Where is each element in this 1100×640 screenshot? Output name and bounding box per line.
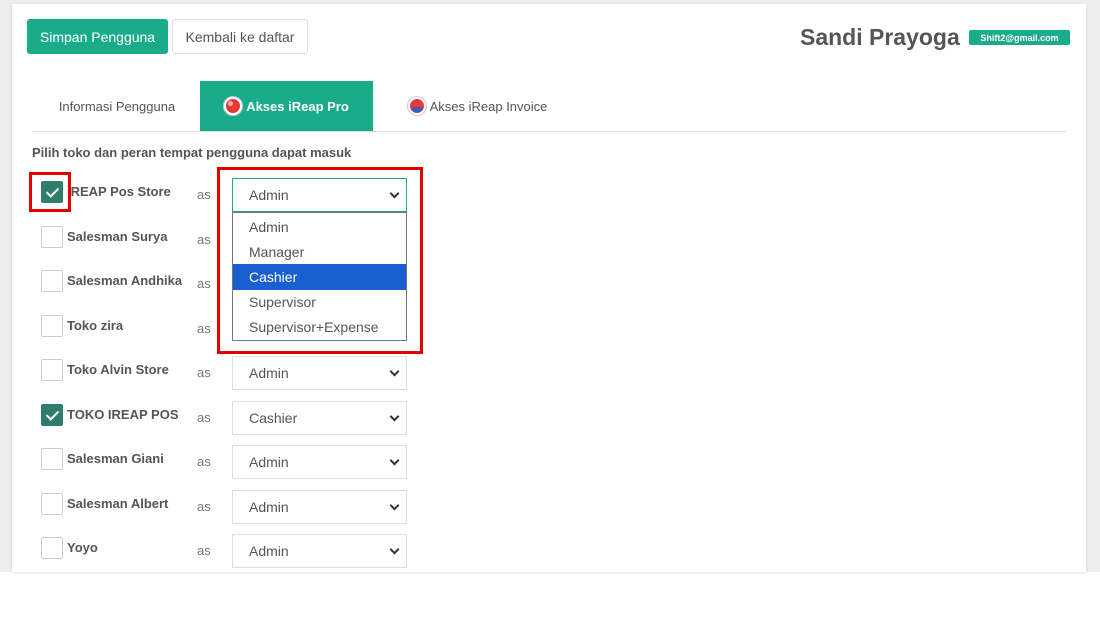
ireap-invoice-icon (407, 97, 426, 115)
highlight-box-checkbox (29, 172, 71, 212)
store-name: Toko Alvin Store (67, 362, 169, 377)
ireap-pro-icon (224, 97, 243, 115)
role-select[interactable]: Admin (232, 356, 407, 390)
store-name: Toko zira (67, 318, 124, 333)
tab-ireap-invoice-access[interactable]: Akses iReap Invoice (395, 81, 560, 131)
tab-label: Akses iReap Invoice (429, 98, 548, 114)
as-label: as (197, 365, 211, 380)
chevron-down-icon (389, 544, 400, 555)
store-name: Salesman Andhika (67, 273, 183, 288)
as-label: as (197, 454, 211, 469)
store-checkbox[interactable] (41, 315, 63, 337)
store-name: TOKO IREAP POS (67, 407, 179, 422)
as-label: as (197, 543, 211, 558)
store-name: iREAP Pos Store (67, 184, 171, 199)
highlight-box-dropdown (217, 167, 423, 354)
tabs-divider (32, 131, 1066, 132)
tab-user-information[interactable]: Informasi Pengguna (42, 81, 192, 131)
store-checkbox[interactable] (41, 359, 63, 381)
store-name: Salesman Surya (67, 229, 168, 244)
role-select-value: Admin (249, 365, 289, 381)
tab-label: Informasi Pengguna (58, 98, 176, 114)
as-label: as (197, 321, 211, 336)
role-select[interactable]: Admin (232, 445, 407, 479)
role-select-value: Cashier (249, 410, 298, 426)
back-to-list-button[interactable]: Kembali ke daftar (172, 19, 308, 54)
tab-label: Akses iReap Pro (246, 98, 349, 114)
store-name: Yoyo (67, 540, 98, 555)
user-name-title: Sandi Prayoga (800, 24, 960, 50)
save-user-button[interactable]: Simpan Pengguna (27, 19, 168, 54)
chevron-down-icon (389, 411, 400, 422)
section-title: Pilih toko dan peran tempat pengguna dap… (32, 145, 352, 160)
store-checkbox[interactable] (41, 226, 63, 248)
chevron-down-icon (389, 500, 400, 511)
chevron-down-icon (389, 366, 400, 377)
store-checkbox[interactable] (41, 404, 63, 426)
store-checkbox[interactable] (41, 448, 63, 470)
store-checkbox[interactable] (41, 537, 63, 559)
as-label: as (197, 499, 211, 514)
role-select[interactable]: Cashier (232, 401, 407, 435)
as-label: as (197, 232, 211, 247)
role-select-value: Admin (249, 543, 289, 559)
store-checkbox[interactable] (41, 493, 63, 515)
store-checkbox[interactable] (41, 270, 63, 292)
as-label: as (197, 187, 211, 202)
as-label: as (197, 410, 211, 425)
email-badge: Shift2@gmail.com (969, 30, 1070, 45)
role-select-value: Admin (249, 499, 289, 515)
chevron-down-icon (389, 455, 400, 466)
store-name: Salesman Giani (67, 451, 164, 466)
as-label: as (197, 276, 211, 291)
role-select[interactable]: Admin (232, 490, 407, 524)
role-select[interactable]: Admin (232, 534, 407, 568)
tab-ireap-pro-access[interactable]: Akses iReap Pro (200, 81, 373, 131)
store-name: Salesman Albert (67, 496, 169, 511)
role-select-value: Admin (249, 454, 289, 470)
